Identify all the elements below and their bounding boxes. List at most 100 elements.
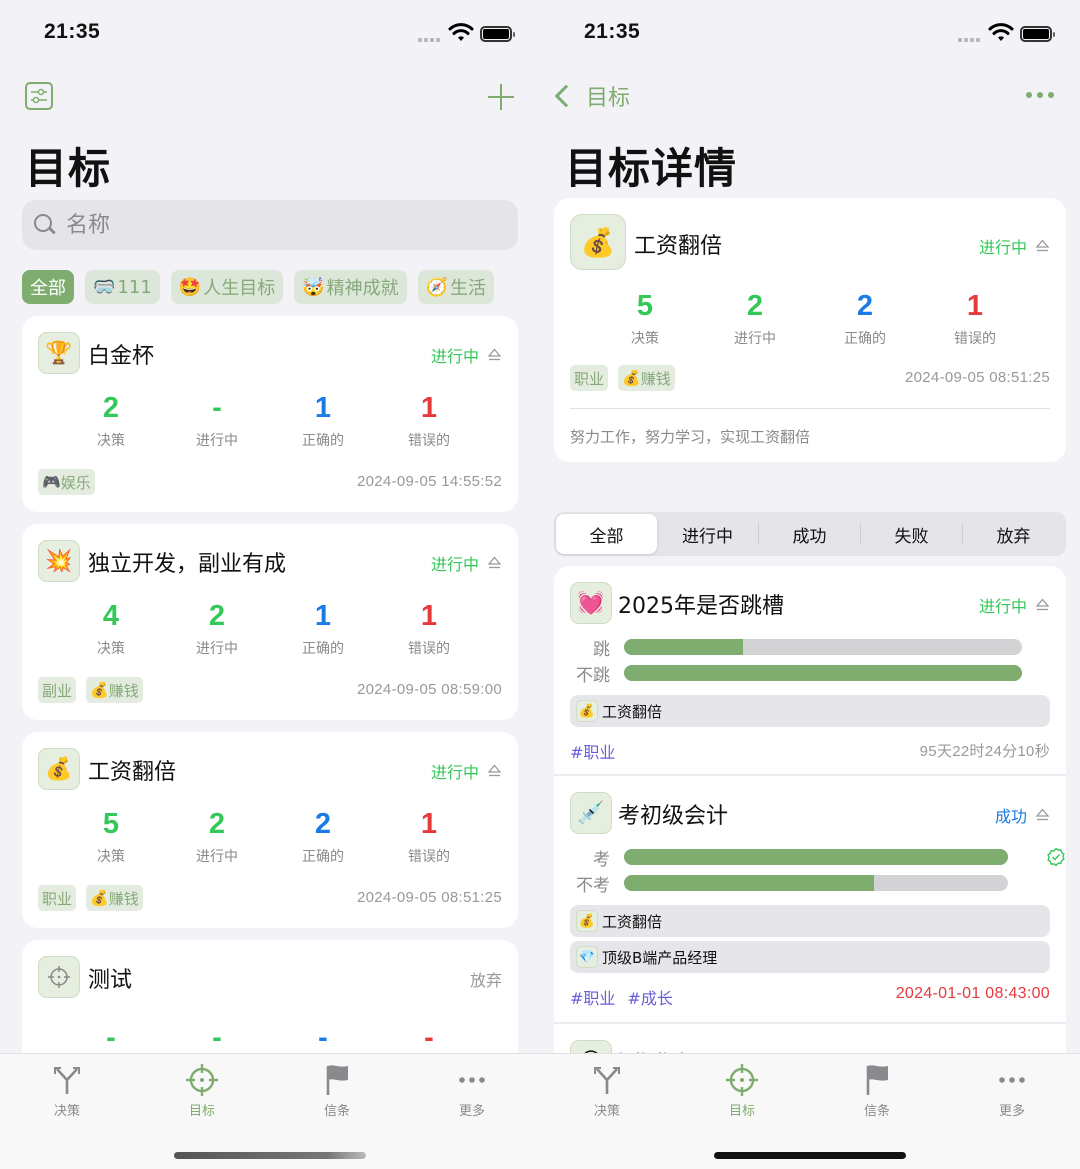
in-progress-count: 2 xyxy=(208,600,226,632)
eject-icon xyxy=(487,764,502,777)
search-bar[interactable] xyxy=(22,200,518,250)
goal-card[interactable]: 💰 工资翻倍 进行中 5 决策 2 进行中 2 正确的 1 错误的 职业 💰 赚钱 202… xyxy=(22,732,518,928)
segment-failed[interactable]: 失败 xyxy=(861,514,962,554)
segment-abandoned[interactable]: 放弃 xyxy=(963,514,1064,554)
tab-principles[interactable]: 信条 xyxy=(837,1062,917,1119)
option-label: 不跳 xyxy=(576,665,610,686)
search-input[interactable] xyxy=(66,212,466,238)
home-indicator xyxy=(174,1152,366,1159)
tag-label: 赚钱 xyxy=(108,681,139,700)
decisions-count: 5 xyxy=(636,290,654,322)
goal-date: 2024-09-05 08:51:25 xyxy=(357,889,502,906)
tab-bar: 决策 目标 信条 更多 xyxy=(0,1053,540,1169)
tab-decisions[interactable]: 决策 xyxy=(27,1062,107,1119)
goal-card[interactable]: 💥 独立开发，副业有成 进行中 4 决策 2 进行中 1 正确的 1 错误的 副业 💰 赚… xyxy=(22,524,518,720)
chip-spiritual[interactable]: 🤯 精神成就 xyxy=(294,270,407,304)
goal-status: 进行中 xyxy=(431,343,502,367)
status-label: 进行中 xyxy=(430,555,479,574)
in-progress-count: - xyxy=(212,1022,222,1054)
linked-goal[interactable]: 💰 工资翻倍 xyxy=(570,695,1050,727)
tag-label: 职业 xyxy=(42,889,73,908)
tab-more[interactable]: 更多 xyxy=(972,1062,1052,1119)
tag-career[interactable]: 职业 xyxy=(38,885,77,911)
decisions-count: 5 xyxy=(102,808,120,840)
tag-label: 职业 xyxy=(574,369,605,388)
wrong-count: 1 xyxy=(420,392,438,424)
wifi-icon xyxy=(448,23,474,41)
star-struck-icon: 🤩 xyxy=(178,276,202,298)
search-icon xyxy=(34,214,56,236)
tab-label: 目标 xyxy=(728,1104,755,1119)
decision-card[interactable]: 💉 考初级会计 成功 考 不考 💰 工资翻倍 💎 顶级B端产品经理 #职业 #成… xyxy=(554,776,1066,1022)
tab-label: 决策 xyxy=(593,1104,620,1119)
metric-label: 正确的 xyxy=(302,849,344,865)
option-label: 跳 xyxy=(593,639,610,660)
back-label: 目标 xyxy=(586,86,631,111)
eject-icon xyxy=(1035,808,1050,821)
segment-all[interactable]: 全部 xyxy=(556,514,657,554)
goal-date: 2024-09-05 08:51:25 xyxy=(905,369,1050,386)
status-segmented-control: 全部 进行中 成功 失败 放弃 xyxy=(554,512,1066,556)
status-label: 进行中 xyxy=(978,597,1027,616)
goal-title: 白金杯 xyxy=(88,344,155,369)
linked-goal[interactable]: 💰 工资翻倍 xyxy=(570,905,1050,937)
wrong-count: - xyxy=(424,1022,434,1054)
tab-decisions[interactable]: 决策 xyxy=(567,1062,647,1119)
chevron-left-icon xyxy=(554,84,578,108)
wrong-count: 1 xyxy=(420,808,438,840)
chip-life[interactable]: 🧭 生活 xyxy=(417,270,495,304)
goals-list-screen: 21:35 目标 全部 🥽111 🤩人生目标 🤯精神成就 🧭生活 🏆 白金杯 进… xyxy=(0,0,540,1169)
hashtag[interactable]: #职业 xyxy=(570,739,615,763)
tab-goals[interactable]: 目标 xyxy=(162,1062,242,1119)
tag-side-business[interactable]: 副业 xyxy=(38,677,77,703)
flag-icon xyxy=(326,1065,348,1095)
option-row: 不考 xyxy=(570,872,1050,896)
goal-metrics: - - - - xyxy=(58,1018,482,1058)
mind-blown-icon: 🤯 xyxy=(302,276,325,298)
tab-label: 决策 xyxy=(53,1104,80,1119)
back-button[interactable]: 目标 xyxy=(550,80,630,112)
goal-summary-card: 💰 工资翻倍 进行中 5 决策 2 进行中 2 正确的 1 错误的 职业 💰 赚钱 202… xyxy=(554,198,1066,462)
tag-label: 副业 xyxy=(42,681,73,700)
goal-metrics: 2 决策 - 进行中 1 正确的 1 错误的 xyxy=(58,388,482,450)
status-time: 21:35 xyxy=(584,20,641,43)
segment-label: 成功 xyxy=(792,526,827,547)
in-progress-count: 2 xyxy=(746,290,764,322)
more-options-button[interactable] xyxy=(1026,92,1054,98)
tab-more[interactable]: 更多 xyxy=(432,1062,512,1119)
tab-principles[interactable]: 信条 xyxy=(297,1062,377,1119)
chip-life-goals[interactable]: 🤩 人生目标 xyxy=(170,270,284,304)
correct-count: 2 xyxy=(856,290,874,322)
hashtag[interactable]: #职业 xyxy=(570,985,615,1009)
goal-status[interactable]: 进行中 xyxy=(979,234,1050,258)
hashtag[interactable]: #成长 xyxy=(627,985,672,1009)
cellular-signal-icon xyxy=(958,38,982,42)
tag-career[interactable]: 职业 xyxy=(570,365,609,391)
metric-label: 决策 xyxy=(97,641,125,657)
add-goal-button[interactable] xyxy=(486,82,516,112)
linked-goal[interactable]: 💎 顶级B端产品经理 xyxy=(570,941,1050,973)
status-label: 进行中 xyxy=(430,763,479,782)
tag-make-money[interactable]: 💰 赚钱 xyxy=(86,885,143,911)
segment-success[interactable]: 成功 xyxy=(759,514,860,554)
page-title: 目标详情 xyxy=(565,144,738,193)
tab-label: 目标 xyxy=(188,1104,215,1119)
option-label: 不考 xyxy=(576,875,610,896)
chip-all[interactable]: 全部 xyxy=(22,270,74,304)
tag-make-money[interactable]: 💰 赚钱 xyxy=(618,365,675,391)
page-title: 目标 xyxy=(25,144,112,193)
chip-111[interactable]: 🥽 111 xyxy=(85,270,160,304)
tag-make-money[interactable]: 💰 赚钱 xyxy=(86,677,143,703)
goal-card[interactable]: 🏆 白金杯 进行中 2 决策 - 进行中 1 正确的 1 错误的 🎮 娱乐 2024-09… xyxy=(22,316,518,512)
goal-title: 测试 xyxy=(88,968,133,993)
tag-entertainment[interactable]: 🎮 娱乐 xyxy=(38,469,95,495)
metric-label: 错误的 xyxy=(408,849,450,865)
segment-in-progress[interactable]: 进行中 xyxy=(657,514,758,554)
money-bag-icon: 💰 xyxy=(570,214,626,270)
decision-card[interactable]: 💓 2025年是否跳槽 进行中 跳 不跳 💰 工资翻倍 #职业 95天22时24… xyxy=(554,566,1066,774)
decision-title: 考初级会计 xyxy=(618,804,729,829)
tab-goals[interactable]: 目标 xyxy=(702,1062,782,1119)
filter-button[interactable] xyxy=(25,82,53,110)
divider xyxy=(570,408,1050,409)
crosshair-icon xyxy=(38,956,80,998)
